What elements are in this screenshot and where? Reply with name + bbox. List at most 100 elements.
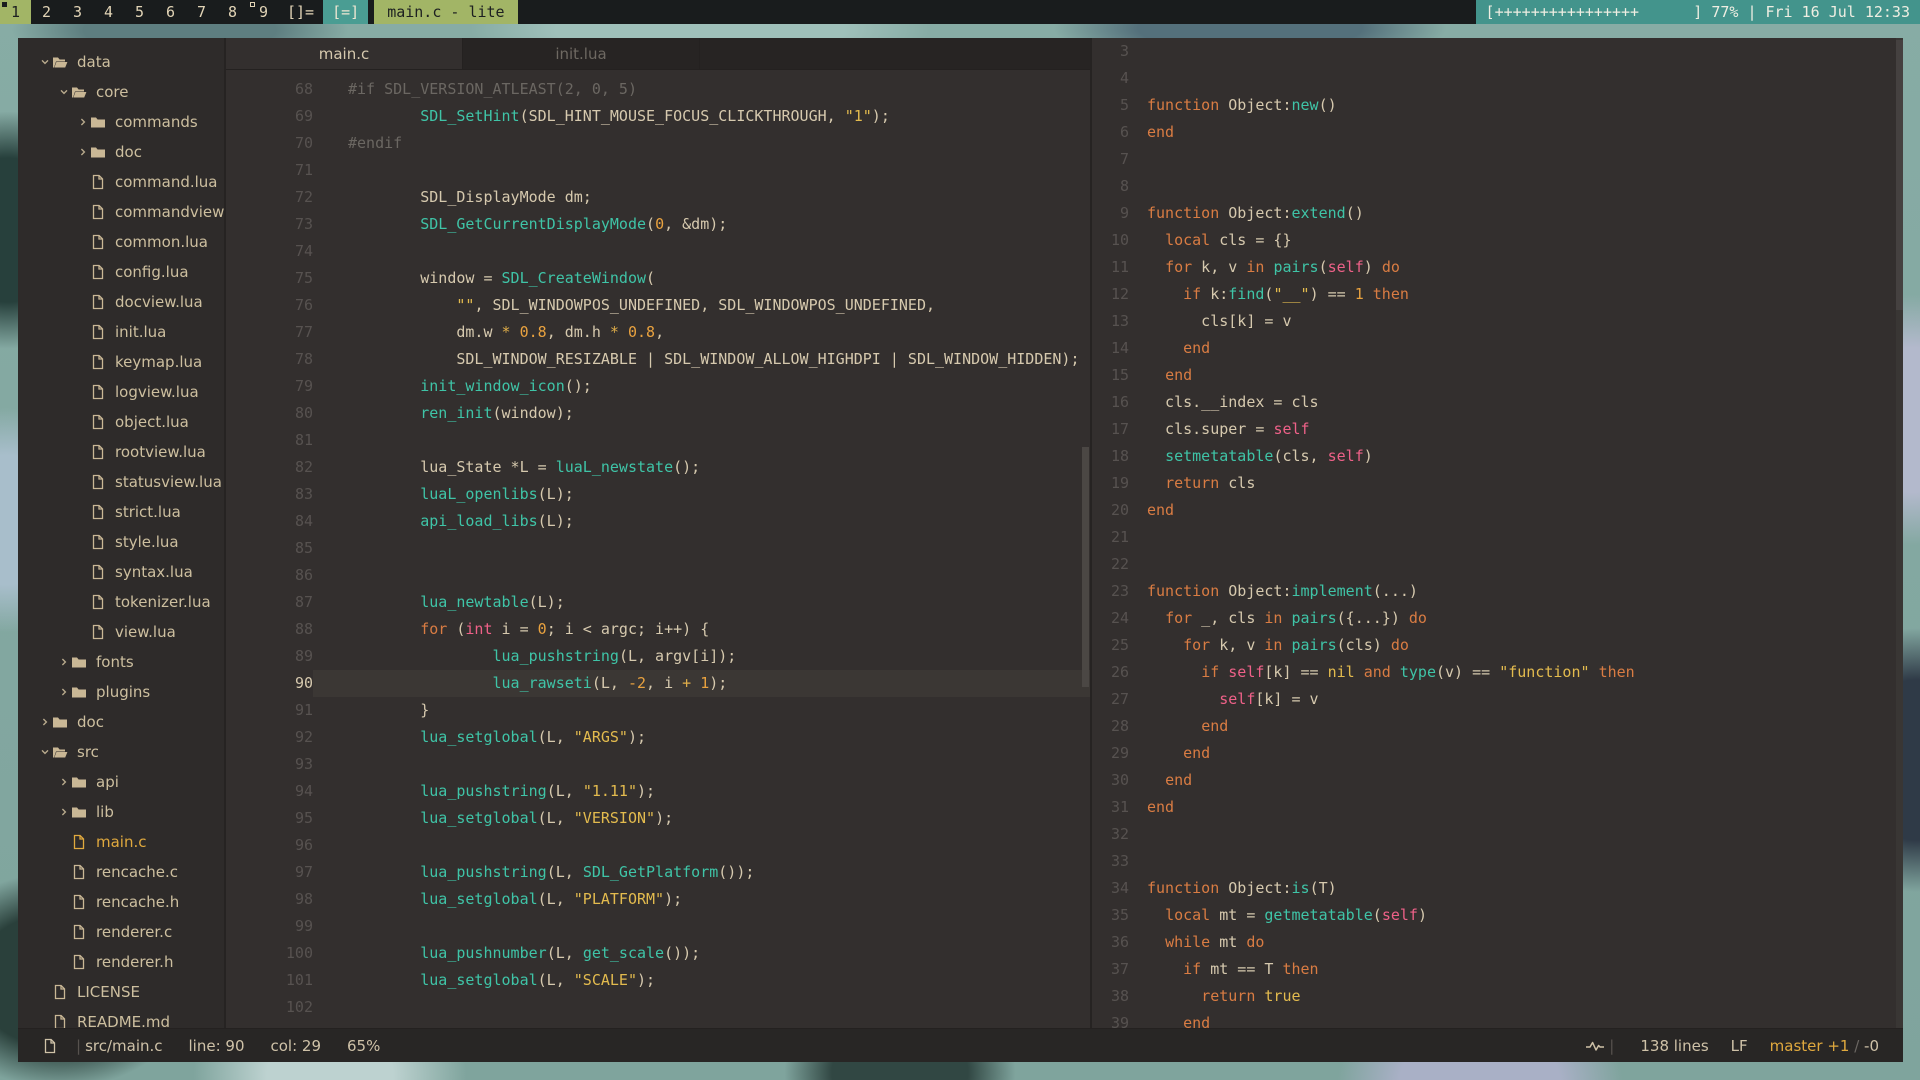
tree-item-doc[interactable]: doc [18,137,224,167]
tree-item-src[interactable]: src [18,737,224,767]
tree-item-commandview-lua[interactable]: commandview.lua [18,197,224,227]
editor-pane-right[interactable]: 345function Object:new()6end789function … [1092,38,1903,1028]
scrollbar-thumb[interactable] [1896,40,1903,310]
tree-item-readme-md[interactable]: README.md [18,1007,224,1028]
tree-item-rencache-h[interactable]: rencache.h [18,887,224,917]
tree-item-plugins[interactable]: plugins [18,677,224,707]
top-status-bar: 123456789 []= [=] main.c - lite [+++++++… [0,0,1920,24]
chevron-down-icon [38,747,52,757]
folder-open-icon [52,54,68,70]
cursor-col[interactable]: col: 29 [271,1037,322,1055]
code-area-init-lua[interactable]: 345function Object:new()6end789function … [1092,38,1903,1028]
line-number: 81 [226,427,313,454]
line-number: 102 [226,994,313,1021]
line-number: 89 [226,643,313,670]
tree-item-main-c[interactable]: main.c [18,827,224,857]
code-text: } [313,697,1092,724]
code-text [313,535,1092,562]
line-number: 31 [1092,794,1129,821]
cursor-line[interactable]: line: 90 [189,1037,245,1055]
tree-item-logview-lua[interactable]: logview.lua [18,377,224,407]
code-line: 12 if k:find("__") == 1 then [1092,281,1903,308]
tree-item-label: doc [77,713,104,731]
code-text: SDL_DisplayMode dm; [313,184,1092,211]
tab-main-c[interactable]: main.c [226,38,463,69]
tree-item-rencache-c[interactable]: rencache.c [18,857,224,887]
tree-item-docview-lua[interactable]: docview.lua [18,287,224,317]
line-number: 90 [226,670,313,697]
code-text: lua_setglobal(L, "SCALE"); [313,967,1092,994]
line-number: 71 [226,157,313,184]
tree-item-renderer-c[interactable]: renderer.c [18,917,224,947]
line-number: 38 [1092,983,1129,1010]
tree-item-tokenizer-lua[interactable]: tokenizer.lua [18,587,224,617]
workspace-1[interactable]: 1 [0,0,31,24]
scrollbar-thumb[interactable] [1082,447,1089,687]
tree-item-license[interactable]: LICENSE [18,977,224,1007]
workspace-3[interactable]: 3 [62,0,93,24]
code-text [1129,524,1903,551]
code-text [1129,173,1903,200]
code-line: 92 lua_setglobal(L, "ARGS"); [226,724,1092,751]
workspace-4[interactable]: 4 [93,0,124,24]
tree-item-label: fonts [96,653,134,671]
tree-item-rootview-lua[interactable]: rootview.lua [18,437,224,467]
line-number: 10 [1092,227,1129,254]
tree-item-object-lua[interactable]: object.lua [18,407,224,437]
tree-item-commands[interactable]: commands [18,107,224,137]
tree-item-common-lua[interactable]: common.lua [18,227,224,257]
chevron-right-icon [57,777,71,787]
line-number: 73 [226,211,313,238]
code-line: 70#endif [226,130,1092,157]
line-number: 8 [1092,173,1129,200]
tree-item-view-lua[interactable]: view.lua [18,617,224,647]
layout-symbol[interactable]: []= [279,0,322,24]
line-number: 68 [226,76,313,103]
separator: | [1609,1037,1614,1055]
workspace-6[interactable]: 6 [155,0,186,24]
code-text: function Object:new() [1129,92,1903,119]
code-text: #if SDL_VERSION_ATLEAST(2, 0, 5) [313,76,1092,103]
tree-item-data[interactable]: data [18,47,224,77]
file-icon [90,234,106,250]
layout-badge[interactable]: [=] [323,0,368,24]
code-text: function Object:implement(...) [1129,578,1903,605]
workspace-7[interactable]: 7 [186,0,217,24]
tree-item-label: init.lua [115,323,166,341]
tree-item-label: config.lua [115,263,189,281]
code-area-main-c[interactable]: 68#if SDL_VERSION_ATLEAST(2, 0, 5)69 SDL… [226,71,1092,1028]
tree-item-label: keymap.lua [115,353,202,371]
code-line: 74 [226,238,1092,265]
editor-pane-left[interactable]: main.cinit.lua 68#if SDL_VERSION_ATLEAST… [226,38,1092,1028]
folder-icon [71,654,87,670]
code-text: if k:find("__") == 1 then [1129,281,1903,308]
tree-item-style-lua[interactable]: style.lua [18,527,224,557]
tree-item-doc[interactable]: doc [18,707,224,737]
code-line: 23function Object:implement(...) [1092,578,1903,605]
code-line: 77 dm.w * 0.8, dm.h * 0.8, [226,319,1092,346]
code-line: 15 end [1092,362,1903,389]
tree-item-label: command.lua [115,173,218,191]
tree-item-lib[interactable]: lib [18,797,224,827]
tree-item-init-lua[interactable]: init.lua [18,317,224,347]
tree-item-statusview-lua[interactable]: statusview.lua [18,467,224,497]
workspace-2[interactable]: 2 [31,0,62,24]
file-icon [52,984,68,1000]
tree-item-fonts[interactable]: fonts [18,647,224,677]
tree-item-renderer-h[interactable]: renderer.h [18,947,224,977]
tree-item-strict-lua[interactable]: strict.lua [18,497,224,527]
line-number: 21 [1092,524,1129,551]
tree-item-core[interactable]: core [18,77,224,107]
workspace-8[interactable]: 8 [217,0,248,24]
workspace-5[interactable]: 5 [124,0,155,24]
tree-item-api[interactable]: api [18,767,224,797]
tree-item-keymap-lua[interactable]: keymap.lua [18,347,224,377]
code-text: if self[k] == nil and type(v) == "functi… [1129,659,1903,686]
tree-item-syntax-lua[interactable]: syntax.lua [18,557,224,587]
scroll-percent: 65% [347,1037,380,1055]
tab-init-lua[interactable]: init.lua [463,38,700,69]
line-number: 24 [1092,605,1129,632]
tree-item-config-lua[interactable]: config.lua [18,257,224,287]
workspace-9[interactable]: 9 [248,0,279,24]
tree-item-command-lua[interactable]: command.lua [18,167,224,197]
